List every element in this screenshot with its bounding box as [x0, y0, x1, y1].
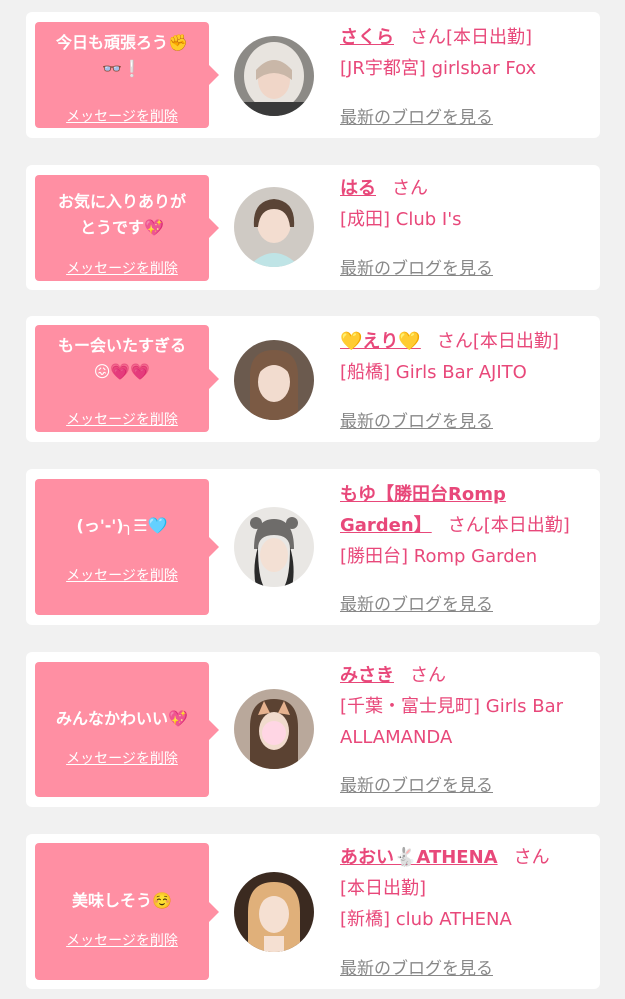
- message-text: もー会いたすぎる 😖💗💗: [57, 336, 186, 381]
- cast-info: みさき さん [千葉・富士見町] Girls Bar ALLAMANDA: [340, 660, 590, 753]
- honorific: さん: [436, 331, 473, 352]
- delete-message-link[interactable]: メッセージを削除: [35, 565, 209, 585]
- latest-blog-link[interactable]: 最新のブログを見る: [340, 590, 493, 615]
- avatar[interactable]: [234, 872, 314, 952]
- latest-blog-link[interactable]: 最新のブログを見る: [340, 407, 493, 432]
- avatar[interactable]: [234, 187, 314, 267]
- avatar[interactable]: [234, 507, 314, 587]
- delete-message-link[interactable]: メッセージを削除: [35, 409, 209, 429]
- shop-label: [勝田台] Romp Garden: [340, 546, 538, 567]
- cast-info: はる さん [成田] Club I's: [340, 173, 590, 235]
- work-status: [本日出勤]: [483, 515, 570, 536]
- latest-blog-link[interactable]: 最新のブログを見る: [340, 103, 493, 128]
- cast-card: (っ'-')╮☰🩵 メッセージを削除 もゆ【勝田台Romp Garden】 さん[…: [26, 469, 600, 625]
- cast-info: あおい🐇ATHENA さん [本日出勤] [新橋] club ATHENA: [340, 842, 590, 935]
- cast-info: もゆ【勝田台Romp Garden】 さん[本日出勤] [勝田台] Romp Ga…: [340, 479, 590, 572]
- cast-card: 今日も頑張ろう✊ 👓❕ メッセージを削除 さくら さん[本日出勤] [JR宇都宮]…: [26, 12, 600, 138]
- cast-name-link[interactable]: はる: [340, 178, 376, 199]
- honorific: さん: [410, 665, 446, 686]
- cast-card: お気に入りありが とうです💖 メッセージを削除 はる さん [成田] Club I…: [26, 165, 600, 290]
- honorific: さん: [447, 515, 484, 536]
- cast-info: 💛えり💛 さん[本日出勤] [船橋] Girls Bar AJITO: [340, 326, 590, 388]
- cast-name-link[interactable]: みさき: [340, 665, 394, 686]
- message-text: 美味しそう☺️: [72, 891, 172, 910]
- cast-name-link[interactable]: あおい🐇ATHENA: [340, 847, 498, 868]
- cast-photo: [234, 36, 314, 116]
- message-text: お気に入りありが とうです💖: [57, 192, 186, 237]
- message-bubble: お気に入りありが とうです💖 メッセージを削除: [35, 175, 219, 281]
- delete-message-link[interactable]: メッセージを削除: [35, 748, 209, 768]
- message-bubble: 今日も頑張ろう✊ 👓❕ メッセージを削除: [35, 22, 219, 128]
- honorific: さん: [513, 847, 550, 868]
- shop-label: [千葉・富士見町] Girls Bar ALLAMANDA: [340, 696, 563, 748]
- shop-label: [JR宇都宮] girlsbar Fox: [340, 58, 537, 79]
- work-status: [本日出勤]: [446, 27, 533, 48]
- message-bubble: 美味しそう☺️ メッセージを削除: [35, 843, 219, 980]
- avatar[interactable]: [234, 36, 314, 116]
- cast-card: みんなかわいい💖 メッセージを削除 みさき さん [千葉・富士見町] Girls …: [26, 652, 600, 807]
- cast-photo: [234, 872, 314, 952]
- message-bubble: みんなかわいい💖 メッセージを削除: [35, 662, 219, 797]
- delete-message-link[interactable]: メッセージを削除: [35, 258, 209, 278]
- message-text: (っ'-')╮☰🩵: [76, 516, 168, 535]
- message-bubble: (っ'-')╮☰🩵 メッセージを削除: [35, 479, 219, 615]
- cast-name-link[interactable]: さくら: [340, 27, 394, 48]
- work-status: [本日出勤]: [472, 331, 559, 352]
- latest-blog-link[interactable]: 最新のブログを見る: [340, 954, 493, 979]
- cast-photo: [234, 689, 314, 769]
- shop-label: [船橋] Girls Bar AJITO: [340, 362, 527, 383]
- cast-info: さくら さん[本日出勤] [JR宇都宮] girlsbar Fox: [340, 22, 590, 84]
- shop-label: [成田] Club I's: [340, 209, 462, 230]
- cast-photo: [234, 507, 314, 587]
- latest-blog-link[interactable]: 最新のブログを見る: [340, 254, 493, 279]
- work-status: [本日出勤]: [340, 878, 427, 899]
- favorite-cast-list: 今日も頑張ろう✊ 👓❕ メッセージを削除 さくら さん[本日出勤] [JR宇都宮]…: [0, 0, 625, 999]
- honorific: さん: [392, 178, 428, 199]
- latest-blog-link[interactable]: 最新のブログを見る: [340, 771, 493, 796]
- avatar[interactable]: [234, 689, 314, 769]
- cast-card: 美味しそう☺️ メッセージを削除 あおい🐇ATHENA さん [本日出勤] [新橋…: [26, 834, 600, 989]
- message-text: 今日も頑張ろう✊ 👓❕: [56, 33, 188, 78]
- cast-photo: [234, 340, 314, 420]
- avatar[interactable]: [234, 340, 314, 420]
- message-text: みんなかわいい💖: [56, 709, 188, 728]
- delete-message-link[interactable]: メッセージを削除: [35, 106, 209, 126]
- cast-name-link[interactable]: 💛えり💛: [340, 331, 421, 352]
- cast-card: もー会いたすぎる 😖💗💗 メッセージを削除 💛えり💛 さん[本日出勤] [船橋] …: [26, 316, 600, 442]
- shop-label: [新橋] club ATHENA: [340, 909, 512, 930]
- honorific: さん: [410, 27, 446, 48]
- cast-photo: [234, 187, 314, 267]
- message-bubble: もー会いたすぎる 😖💗💗 メッセージを削除: [35, 325, 219, 432]
- delete-message-link[interactable]: メッセージを削除: [35, 930, 209, 950]
